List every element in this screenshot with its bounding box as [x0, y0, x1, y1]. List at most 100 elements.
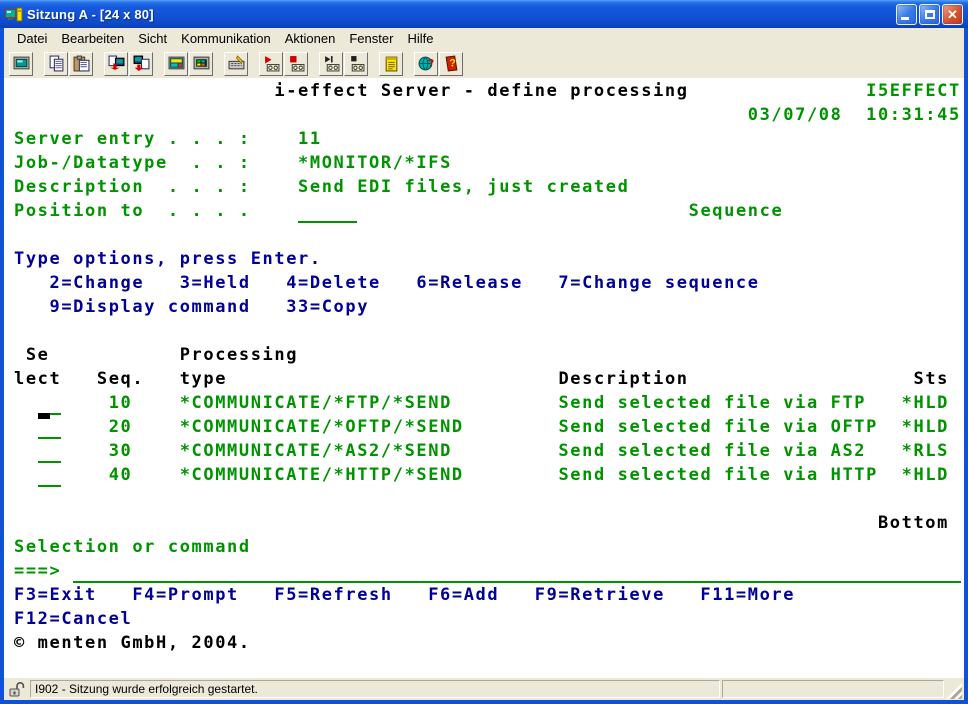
- pause-macro-button[interactable]: [344, 52, 368, 76]
- terminal-text: lect: [14, 369, 61, 389]
- terminal-row: [14, 223, 964, 247]
- terminal-text: I5EFFECT: [866, 81, 961, 101]
- terminal-text: *COMMUNICATE/*FTP/*SEND: [180, 393, 452, 413]
- resize-grip[interactable]: [946, 683, 962, 699]
- terminal-text: Description: [558, 369, 688, 389]
- terminal-input-field[interactable]: [38, 465, 62, 487]
- terminal-text: Send selected file via AS2: [558, 441, 866, 461]
- terminal-input-field[interactable]: [73, 561, 961, 583]
- menu-item-sicht[interactable]: Sicht: [131, 29, 174, 48]
- color-setup-button[interactable]: [189, 52, 213, 76]
- terminal-row: lect Seq. type Description Sts: [14, 367, 964, 391]
- menu-item-hilfe[interactable]: Hilfe: [400, 29, 440, 48]
- terminal-text: Bottom: [878, 513, 949, 533]
- minimize-button[interactable]: [896, 4, 917, 25]
- terminal-text: Position to . . . .: [14, 201, 251, 221]
- terminal-row: Server entry . . . : 11: [14, 127, 964, 151]
- menu-item-fenster[interactable]: Fenster: [342, 29, 400, 48]
- paste-icon: [73, 55, 90, 72]
- help-button[interactable]: ?: [439, 52, 463, 76]
- terminal-row: 03/07/08 10:31:45: [14, 103, 964, 127]
- terminal-text: *HLD: [902, 417, 949, 437]
- display-setup-icon: [168, 55, 185, 72]
- send-file-icon: [108, 55, 125, 72]
- terminal-row: Selection or command: [14, 535, 964, 559]
- close-button[interactable]: ✕: [942, 4, 963, 25]
- terminal-text: type: [180, 369, 227, 389]
- status-bar: I902 - Sitzung wurde erfolgreich gestart…: [4, 678, 964, 700]
- menu-item-kommunikation[interactable]: Kommunikation: [174, 29, 278, 48]
- receive-file-from-host-button[interactable]: [129, 52, 153, 76]
- terminal-text: Selection or command: [14, 537, 251, 557]
- menu-item-datei[interactable]: Datei: [10, 29, 54, 48]
- terminal-row: Description . . . : Send EDI files, just…: [14, 175, 964, 199]
- terminal-text: 40: [109, 465, 133, 485]
- terminal-text: Sequence: [689, 201, 784, 221]
- terminal-text: 20: [109, 417, 133, 437]
- receive-file-icon: [133, 55, 150, 72]
- terminal-row: Type options, press Enter.: [14, 247, 964, 271]
- clipboard-icon: [383, 55, 400, 72]
- terminal-input-field[interactable]: [50, 393, 62, 415]
- keyboard-setup-button[interactable]: [224, 52, 248, 76]
- terminal-text: F3=Exit F4=Prompt F5=Refresh F6=Add F9=R…: [14, 585, 795, 605]
- terminal-text: © menten GmbH, 2004.: [14, 633, 251, 653]
- terminal-input-field[interactable]: [298, 201, 357, 223]
- maximize-button[interactable]: [919, 4, 940, 25]
- maximize-icon: [925, 10, 935, 19]
- window-title: Sitzung A - [24 x 80]: [27, 7, 896, 22]
- help-icon: ?: [443, 55, 460, 72]
- svg-text:?: ?: [449, 58, 455, 70]
- terminal-text: 11: [298, 129, 322, 149]
- play-macro-icon: [323, 55, 340, 72]
- terminal-row: Position to . . . . Sequence: [14, 199, 964, 223]
- terminal-text: i-effect Server - define processing: [274, 81, 688, 101]
- terminal-row: 9=Display command 33=Copy: [14, 295, 964, 319]
- terminal-row: Se Processing: [14, 343, 964, 367]
- play-macro-button[interactable]: [319, 52, 343, 76]
- terminal-input-field[interactable]: [38, 441, 62, 463]
- new-session-icon: [13, 55, 30, 72]
- record-macro-icon: [263, 55, 280, 72]
- terminal-text: Send EDI files, just created: [298, 177, 629, 197]
- terminal-text: Seq.: [97, 369, 144, 389]
- terminal-input-field[interactable]: [38, 417, 62, 439]
- pause-macro-icon: [348, 55, 365, 72]
- clipboard-button[interactable]: [379, 52, 403, 76]
- status-message: I902 - Sitzung wurde erfolgreich gestart…: [30, 680, 720, 698]
- svg-text:?: ?: [427, 58, 433, 70]
- copy-icon: [48, 55, 65, 72]
- terminal-row: 20 *COMMUNICATE/*OFTP/*SEND Send selecte…: [14, 415, 964, 439]
- terminal-screen[interactable]: i-effect Server - define processing I5EF…: [4, 78, 964, 678]
- minimize-icon: [901, 17, 909, 20]
- terminal-row: Job-/Datatype . . : *MONITOR/*IFS: [14, 151, 964, 175]
- terminal-text: Description . . . :: [14, 177, 251, 197]
- terminal-text: *COMMUNICATE/*HTTP/*SEND: [180, 465, 464, 485]
- unlocked-padlock-icon: [8, 681, 26, 697]
- terminal-row: F3=Exit F4=Prompt F5=Refresh F6=Add F9=R…: [14, 583, 964, 607]
- record-macro-button[interactable]: [259, 52, 283, 76]
- terminal-row: 2=Change 3=Held 4=Delete 6=Release 7=Cha…: [14, 271, 964, 295]
- terminal-text: *COMMUNICATE/*AS2/*SEND: [180, 441, 452, 461]
- menu-item-bearbeiten[interactable]: Bearbeiten: [54, 29, 131, 48]
- title-bar[interactable]: Sitzung A - [24 x 80] ✕: [0, 0, 968, 28]
- terminal-row: [14, 487, 964, 511]
- menu-item-aktionen[interactable]: Aktionen: [278, 29, 343, 48]
- display-setup-button[interactable]: [164, 52, 188, 76]
- terminal-row: [14, 319, 964, 343]
- terminal-row: 30 *COMMUNICATE/*AS2/*SEND Send selected…: [14, 439, 964, 463]
- copy-button[interactable]: [44, 52, 68, 76]
- terminal-text: Send selected file via OFTP: [558, 417, 878, 437]
- send-file-to-host-button[interactable]: [104, 52, 128, 76]
- terminal-text: *RLS: [902, 441, 949, 461]
- paste-button[interactable]: [69, 52, 93, 76]
- terminal-text: *HLD: [902, 465, 949, 485]
- web-support-button[interactable]: ?: [414, 52, 438, 76]
- stop-macro-button[interactable]: [284, 52, 308, 76]
- web-support-icon: ?: [418, 55, 435, 72]
- color-setup-icon: [193, 55, 210, 72]
- session-icon: [5, 7, 23, 23]
- new-session-button[interactable]: [9, 52, 33, 76]
- terminal-text: Type options, press Enter.: [14, 249, 322, 269]
- emulator-window: Sitzung A - [24 x 80] ✕ Datei Bearbeiten…: [0, 0, 968, 704]
